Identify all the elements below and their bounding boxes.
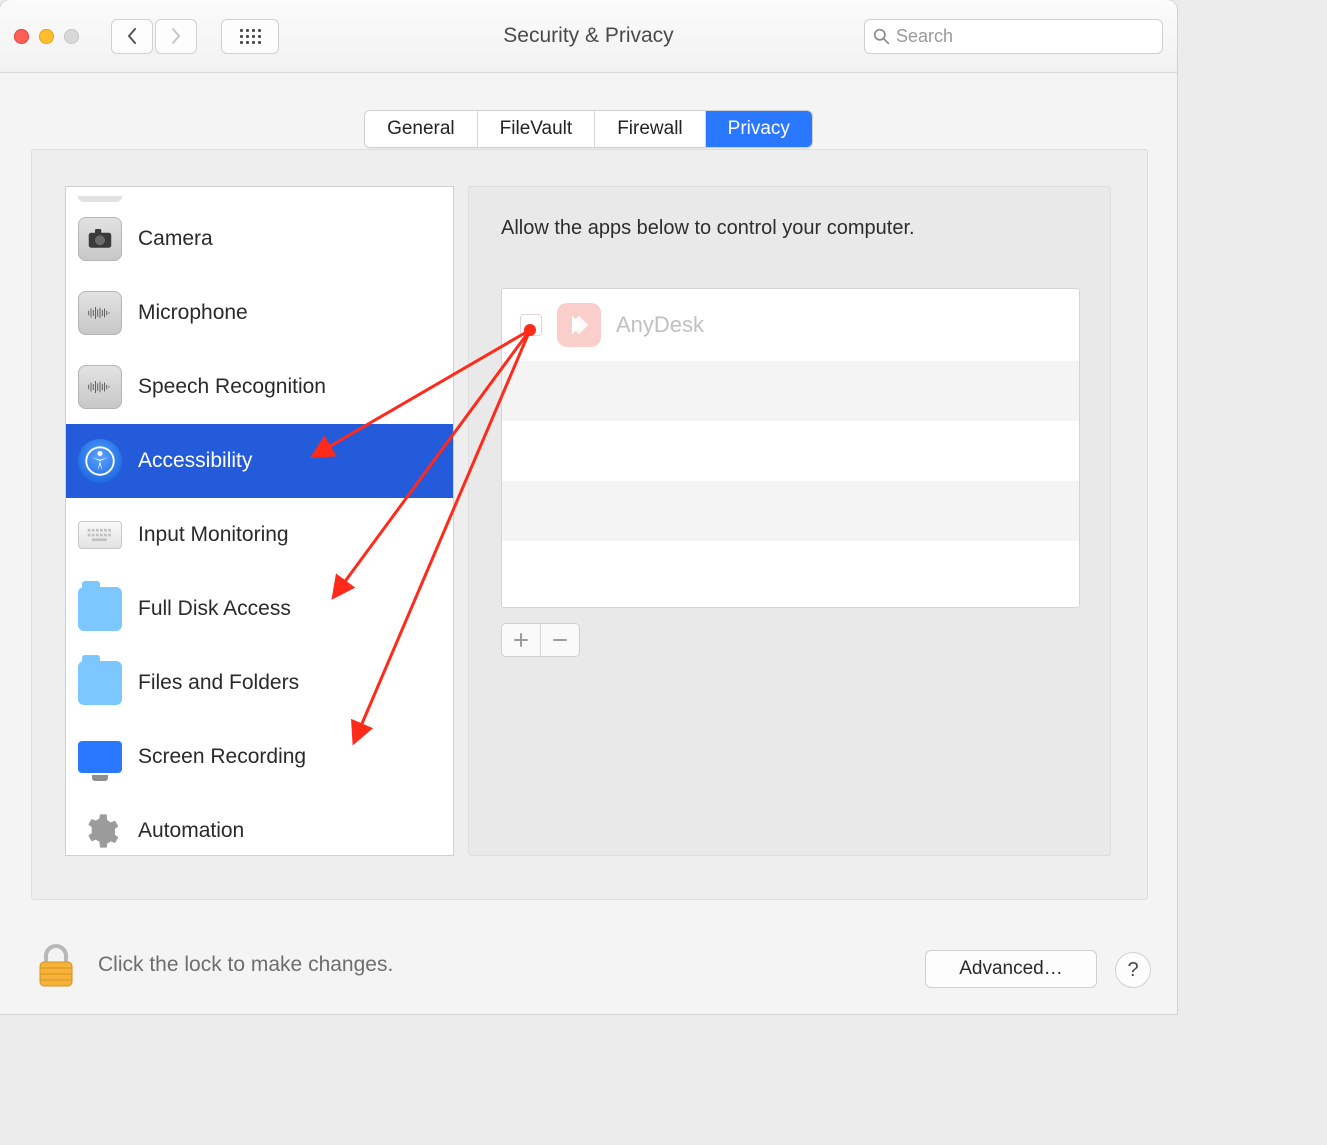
tab-general[interactable]: General [365,111,478,147]
add-app-button[interactable] [502,624,540,656]
list-stripe [502,361,1079,421]
anydesk-icon [557,303,601,347]
display-icon [78,741,122,773]
sidebar-item-label: Screen Recording [138,745,306,769]
partial-icon [78,196,122,202]
chevron-left-icon [125,28,139,44]
list-item-partial [66,187,453,202]
tab-filevault[interactable]: FileVault [478,111,596,147]
traffic-lights [14,29,79,44]
remove-app-button[interactable] [540,624,579,656]
folder-icon [78,661,122,705]
sidebar-item-label: Microphone [138,301,248,325]
minimize-window-button[interactable] [39,29,54,44]
sidebar-item-automation[interactable]: Automation [66,794,453,856]
accessibility-detail-pane: Allow the apps below to control your com… [468,186,1111,856]
lock-row: Click the lock to make changes. [36,942,393,988]
sidebar-item-label: Automation [138,819,244,843]
zoom-window-button[interactable] [64,29,79,44]
tab-privacy[interactable]: Privacy [706,111,812,147]
sidebar-item-label: Speech Recognition [138,375,326,399]
allow-apps-label: Allow the apps below to control your com… [469,187,1110,240]
privacy-category-list[interactable]: Camera Microphone Speech Recognition Acc… [65,186,454,856]
sidebar-item-full-disk-access[interactable]: Full Disk Access [66,572,453,646]
add-remove-buttons [501,623,580,657]
privacy-panel: Camera Microphone Speech Recognition Acc… [31,149,1148,900]
minus-icon [552,632,568,648]
sidebar-item-files-and-folders[interactable]: Files and Folders [66,646,453,720]
lock-icon[interactable] [36,942,76,988]
sidebar-item-input-monitoring[interactable]: Input Monitoring [66,498,453,572]
sidebar-item-camera[interactable]: Camera [66,202,453,276]
show-all-button[interactable] [221,19,279,54]
search-placeholder: Search [896,26,953,47]
list-stripe [502,481,1079,541]
list-stripe [502,421,1079,481]
sidebar-item-label: Input Monitoring [138,523,289,547]
folder-icon [78,587,122,631]
advanced-button[interactable]: Advanced… [925,950,1097,988]
chevron-right-icon [169,28,183,44]
close-window-button[interactable] [14,29,29,44]
gear-icon [78,809,122,853]
sidebar-item-accessibility[interactable]: Accessibility [66,424,453,498]
sidebar-item-label: Accessibility [138,449,252,473]
tab-firewall[interactable]: Firewall [595,111,705,147]
forward-button[interactable] [155,19,197,54]
nav-buttons [111,19,197,54]
preferences-window: Security & Privacy Search General FileVa… [0,0,1177,1014]
grid-icon [240,29,261,44]
plus-icon [513,632,529,648]
app-checkbox-anydesk[interactable] [520,314,542,336]
keyboard-icon [78,521,122,549]
sidebar-item-label: Camera [138,227,213,251]
back-button[interactable] [111,19,153,54]
sidebar-item-microphone[interactable]: Microphone [66,276,453,350]
list-stripe [502,541,1079,607]
speech-recognition-icon [78,365,122,409]
search-icon [873,28,890,45]
titlebar: Security & Privacy Search [0,0,1177,73]
lock-text: Click the lock to make changes. [98,953,393,977]
accessibility-icon [78,439,122,483]
allowed-apps-list[interactable]: AnyDesk [501,288,1080,608]
app-name-label: AnyDesk [616,312,704,338]
sidebar-item-screen-recording[interactable]: Screen Recording [66,720,453,794]
search-input[interactable]: Search [864,19,1163,54]
microphone-icon [78,291,122,335]
sidebar-item-label: Full Disk Access [138,597,291,621]
sidebar-item-label: Files and Folders [138,671,299,695]
sidebar-item-speech-recognition[interactable]: Speech Recognition [66,350,453,424]
app-row-anydesk[interactable]: AnyDesk [502,289,1079,361]
tab-bar: General FileVault Firewall Privacy [0,110,1177,148]
help-button[interactable]: ? [1115,952,1151,988]
camera-icon [78,217,122,261]
